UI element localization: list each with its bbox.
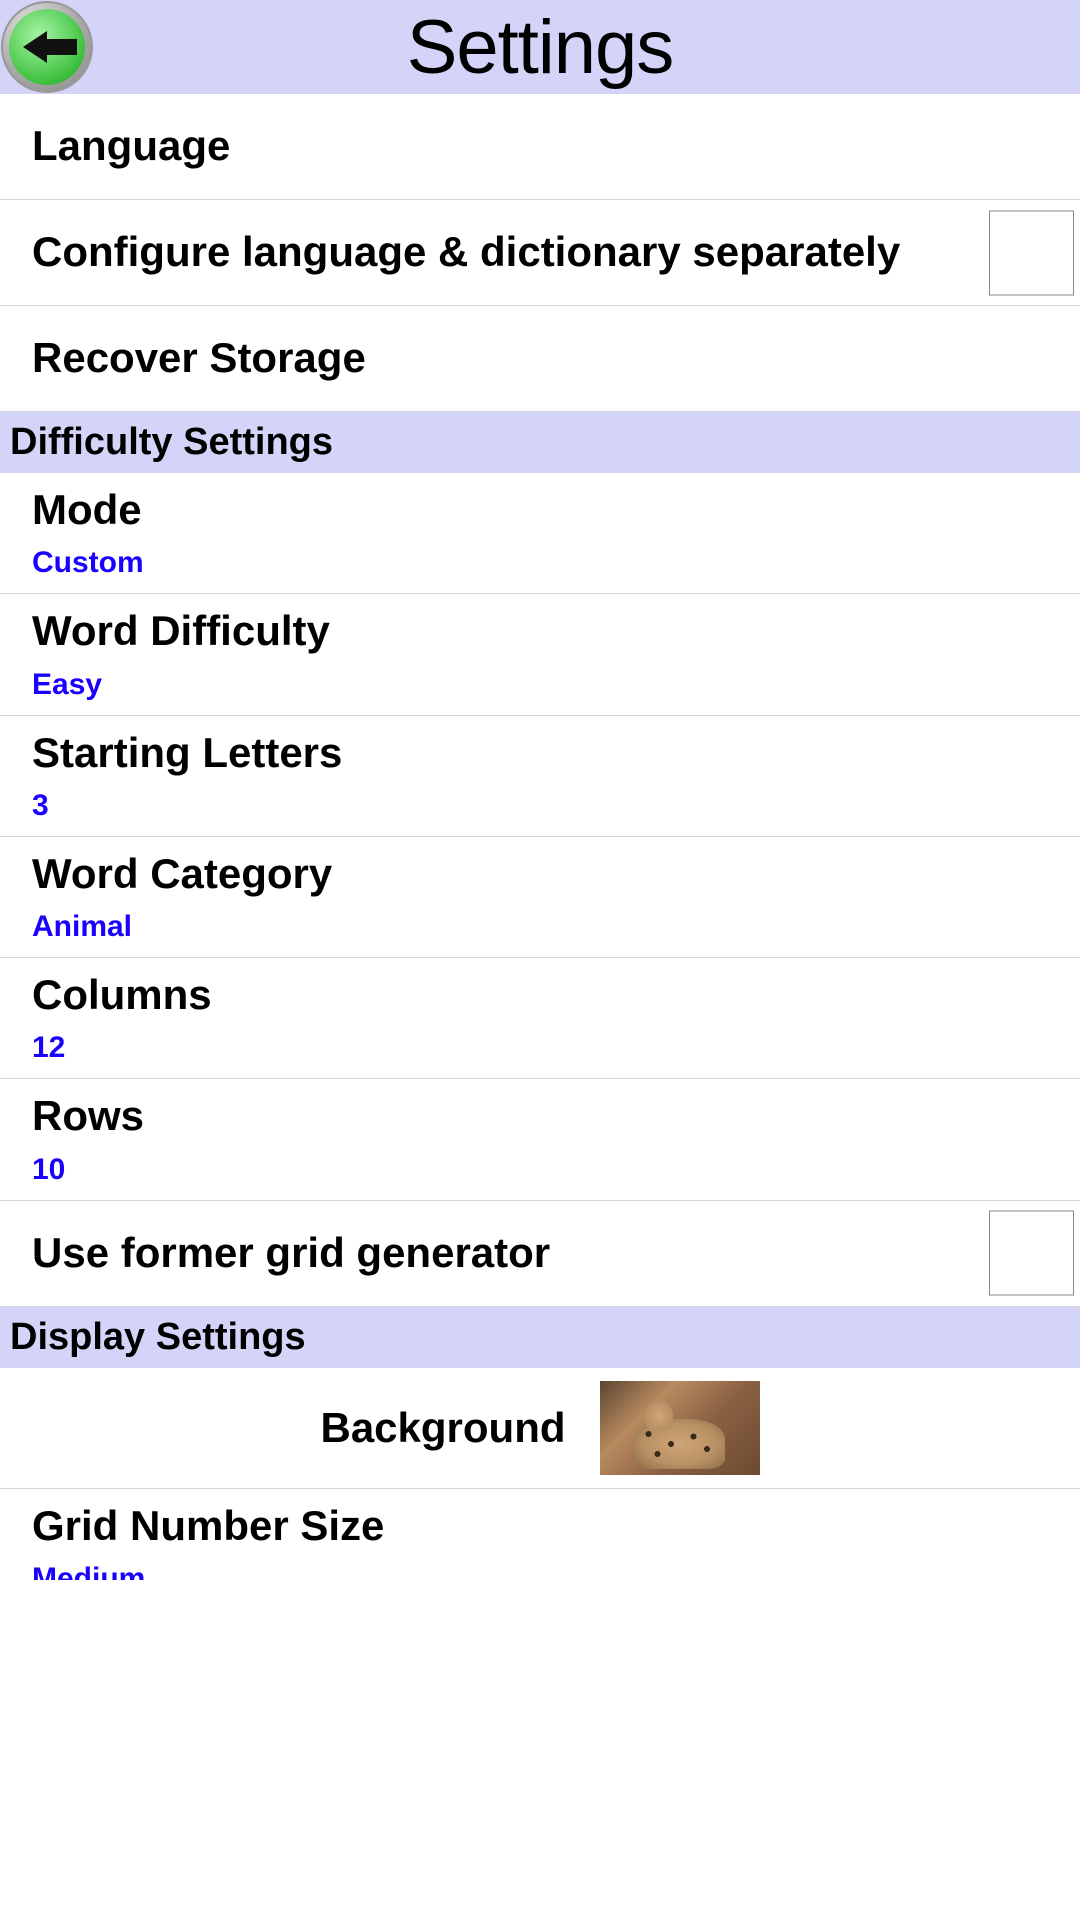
rows-value: 10: [32, 1153, 1048, 1187]
grid-number-size-row[interactable]: Grid Number Size Medium: [0, 1489, 1080, 1580]
language-row[interactable]: Language: [0, 94, 1080, 200]
word-difficulty-label: Word Difficulty: [32, 607, 1048, 655]
configure-language-label: Configure language & dictionary separate…: [32, 228, 970, 276]
use-former-grid-row[interactable]: Use former grid generator: [0, 1201, 1080, 1307]
word-category-label: Word Category: [32, 850, 1048, 898]
rows-row[interactable]: Rows 10: [0, 1079, 1080, 1200]
mode-value: Custom: [32, 546, 1048, 580]
mode-row[interactable]: Mode Custom: [0, 473, 1080, 594]
background-preview: [600, 1381, 760, 1475]
word-category-value: Animal: [32, 910, 1048, 944]
language-label: Language: [32, 122, 1048, 170]
mode-label: Mode: [32, 486, 1048, 534]
background-row[interactable]: Background: [0, 1368, 1080, 1489]
columns-label: Columns: [32, 971, 1048, 1019]
recover-storage-row[interactable]: Recover Storage: [0, 306, 1080, 412]
grid-number-size-label: Grid Number Size: [32, 1502, 1048, 1550]
header-bar: Settings: [0, 0, 1080, 94]
page-title: Settings: [407, 4, 674, 91]
configure-language-row[interactable]: Configure language & dictionary separate…: [0, 200, 1080, 306]
use-former-grid-checkbox[interactable]: [989, 1211, 1074, 1296]
back-icon: [9, 9, 85, 85]
word-difficulty-row[interactable]: Word Difficulty Easy: [0, 594, 1080, 715]
starting-letters-label: Starting Letters: [32, 729, 1048, 777]
word-category-row[interactable]: Word Category Animal: [0, 837, 1080, 958]
back-button[interactable]: [1, 1, 93, 93]
recover-storage-label: Recover Storage: [32, 334, 1048, 382]
difficulty-section-header: Difficulty Settings: [0, 412, 1080, 473]
leopard-icon: [635, 1419, 725, 1469]
word-difficulty-value: Easy: [32, 668, 1048, 702]
columns-value: 12: [32, 1031, 1048, 1065]
use-former-grid-label: Use former grid generator: [32, 1229, 970, 1277]
columns-row[interactable]: Columns 12: [0, 958, 1080, 1079]
starting-letters-row[interactable]: Starting Letters 3: [0, 716, 1080, 837]
background-label: Background: [320, 1404, 565, 1452]
configure-language-checkbox[interactable]: [989, 210, 1074, 295]
display-section-header: Display Settings: [0, 1307, 1080, 1368]
grid-number-size-value: Medium: [32, 1562, 1048, 1580]
rows-label: Rows: [32, 1092, 1048, 1140]
starting-letters-value: 3: [32, 789, 1048, 823]
